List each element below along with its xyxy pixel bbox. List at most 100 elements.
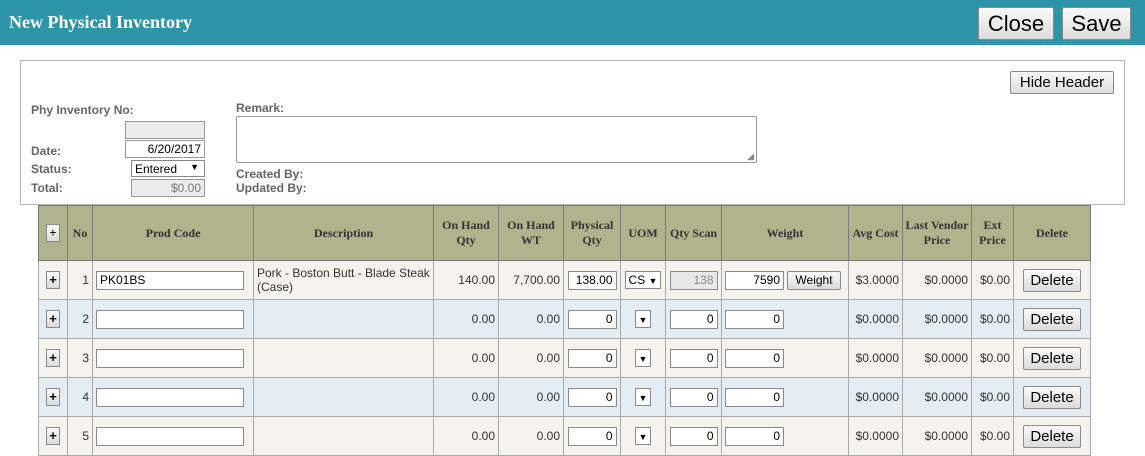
expand-row-button[interactable]: + [46, 388, 60, 406]
qty-scan-input[interactable]: 0 [669, 348, 718, 368]
row-add-cell: + [38, 416, 68, 456]
row-no: 1 [67, 260, 93, 300]
grid-header-row: + No Prod Code Description On Hand Qty O… [38, 205, 1091, 261]
delete-button[interactable]: Delete [1023, 268, 1081, 292]
qty-scan-input[interactable]: 0 [669, 387, 718, 407]
ext-price-cell: $0.00 [971, 416, 1014, 456]
physical-qty-cell: 138.00 [563, 260, 621, 300]
prod-code-input[interactable] [96, 309, 244, 329]
header-panel: Hide Header Phy Inventory No: Date: 6/20… [20, 60, 1125, 205]
status-label: Status: [31, 162, 72, 176]
last-vendor-price-cell: $0.0000 [902, 299, 972, 339]
expand-row-button[interactable]: + [46, 310, 60, 328]
expand-row-button[interactable]: + [46, 427, 60, 445]
weight-input[interactable]: 0 [725, 387, 784, 407]
last-vendor-price-cell: $0.0000 [902, 416, 972, 456]
header-qty-scan: Qty Scan [665, 205, 722, 261]
weight-cell: 0 [721, 377, 849, 417]
weight-input[interactable]: 0 [725, 348, 784, 368]
row-add-cell: + [38, 260, 68, 300]
header-last-vendor-price: Last Vendor Price [902, 205, 972, 261]
save-button[interactable]: Save [1062, 7, 1131, 40]
on-hand-qty-cell: 0.00 [433, 299, 499, 339]
uom-select[interactable]: CS ▼ [624, 271, 662, 289]
uom-select[interactable]: ▼ [634, 388, 652, 406]
uom-select[interactable]: ▼ [634, 349, 652, 367]
table-row: + 4 0.00 0.00 0 ▼ 0 0 $0.0000 $0.0000 $0… [38, 377, 1091, 417]
status-select[interactable]: Entered ▼ [131, 160, 205, 177]
prod-code-input[interactable] [96, 387, 244, 407]
weight-input[interactable]: 0 [725, 426, 784, 446]
total-label: Total: [31, 181, 63, 195]
phy-inventory-no-field[interactable] [125, 121, 205, 139]
qty-scan-cell: 138 [665, 260, 722, 300]
table-row: + 2 0.00 0.00 0 ▼ 0 0 $0.0000 $0.0000 $0… [38, 299, 1091, 339]
remark-textarea[interactable]: ◢ [236, 116, 757, 163]
weight-cell: 0 [721, 299, 849, 339]
header-weight: Weight [721, 205, 849, 261]
remark-label: Remark: [236, 101, 285, 115]
table-row: + 3 0.00 0.00 0 ▼ 0 0 $0.0000 $0.0000 $0… [38, 338, 1091, 378]
physical-qty-input[interactable]: 0 [567, 309, 617, 329]
hide-header-button[interactable]: Hide Header [1010, 71, 1114, 94]
date-label: Date: [31, 144, 62, 158]
physical-qty-input[interactable]: 138.00 [567, 270, 617, 290]
weight-cell: 0 [721, 338, 849, 378]
close-button[interactable]: Close [978, 7, 1054, 40]
description-cell [253, 338, 434, 378]
row-no: 2 [67, 299, 93, 339]
qty-scan-cell: 0 [665, 338, 722, 378]
delete-button[interactable]: Delete [1023, 346, 1081, 370]
physical-qty-input[interactable]: 0 [567, 387, 617, 407]
physical-qty-input[interactable]: 0 [567, 348, 617, 368]
weight-input[interactable]: 7590 [725, 270, 784, 290]
prod-code-input[interactable] [96, 348, 244, 368]
description-cell: Pork - Boston Butt - Blade Steak (Case) [253, 260, 434, 300]
delete-cell: Delete [1013, 416, 1091, 456]
uom-cell: CS ▼ [620, 260, 666, 300]
uom-select[interactable]: ▼ [634, 427, 652, 445]
avg-cost-cell: $0.0000 [848, 416, 903, 456]
on-hand-qty-cell: 140.00 [433, 260, 499, 300]
qty-scan-field: 138 [669, 270, 718, 290]
prod-code-input[interactable]: PK01BS [96, 270, 244, 290]
delete-button[interactable]: Delete [1023, 424, 1081, 448]
header-avg-cost: Avg Cost [848, 205, 903, 261]
expand-row-button[interactable]: + [46, 271, 60, 289]
chevron-down-icon: ▼ [638, 393, 648, 403]
delete-button[interactable]: Delete [1023, 307, 1081, 331]
expand-row-button[interactable]: + [46, 349, 60, 367]
prod-code-input[interactable] [96, 426, 244, 446]
description-cell [253, 299, 434, 339]
row-add-cell: + [38, 299, 68, 339]
row-no: 5 [67, 416, 93, 456]
weight-button[interactable]: Weight [787, 270, 841, 290]
uom-value: CS [628, 273, 646, 287]
last-vendor-price-cell: $0.0000 [902, 377, 972, 417]
delete-button[interactable]: Delete [1023, 385, 1081, 409]
qty-scan-input[interactable]: 0 [669, 426, 718, 446]
weight-input[interactable]: 0 [725, 309, 784, 329]
add-row-button[interactable]: + [46, 224, 60, 242]
chevron-down-icon: ▼ [190, 162, 199, 172]
avg-cost-cell: $3.0000 [848, 260, 903, 300]
avg-cost-cell: $0.0000 [848, 377, 903, 417]
prod-code-cell [92, 299, 254, 339]
qty-scan-cell: 0 [665, 416, 722, 456]
title-bar: New Physical Inventory Close Save [0, 0, 1145, 45]
ext-price-cell: $0.00 [971, 299, 1014, 339]
date-field[interactable]: 6/20/2017 [125, 140, 205, 158]
qty-scan-input[interactable]: 0 [669, 309, 718, 329]
chevron-down-icon: ▼ [638, 354, 648, 364]
qty-scan-cell: 0 [665, 377, 722, 417]
chevron-down-icon: ▼ [638, 315, 648, 325]
prod-code-cell: PK01BS [92, 260, 254, 300]
row-no: 3 [67, 338, 93, 378]
status-value: Entered [135, 162, 178, 176]
physical-qty-input[interactable]: 0 [567, 426, 617, 446]
resize-handle-icon[interactable]: ◢ [747, 151, 754, 162]
prod-code-cell [92, 377, 254, 417]
uom-select[interactable]: ▼ [634, 310, 652, 328]
inventory-grid: + No Prod Code Description On Hand Qty O… [38, 205, 1091, 456]
last-vendor-price-cell: $0.0000 [902, 260, 972, 300]
